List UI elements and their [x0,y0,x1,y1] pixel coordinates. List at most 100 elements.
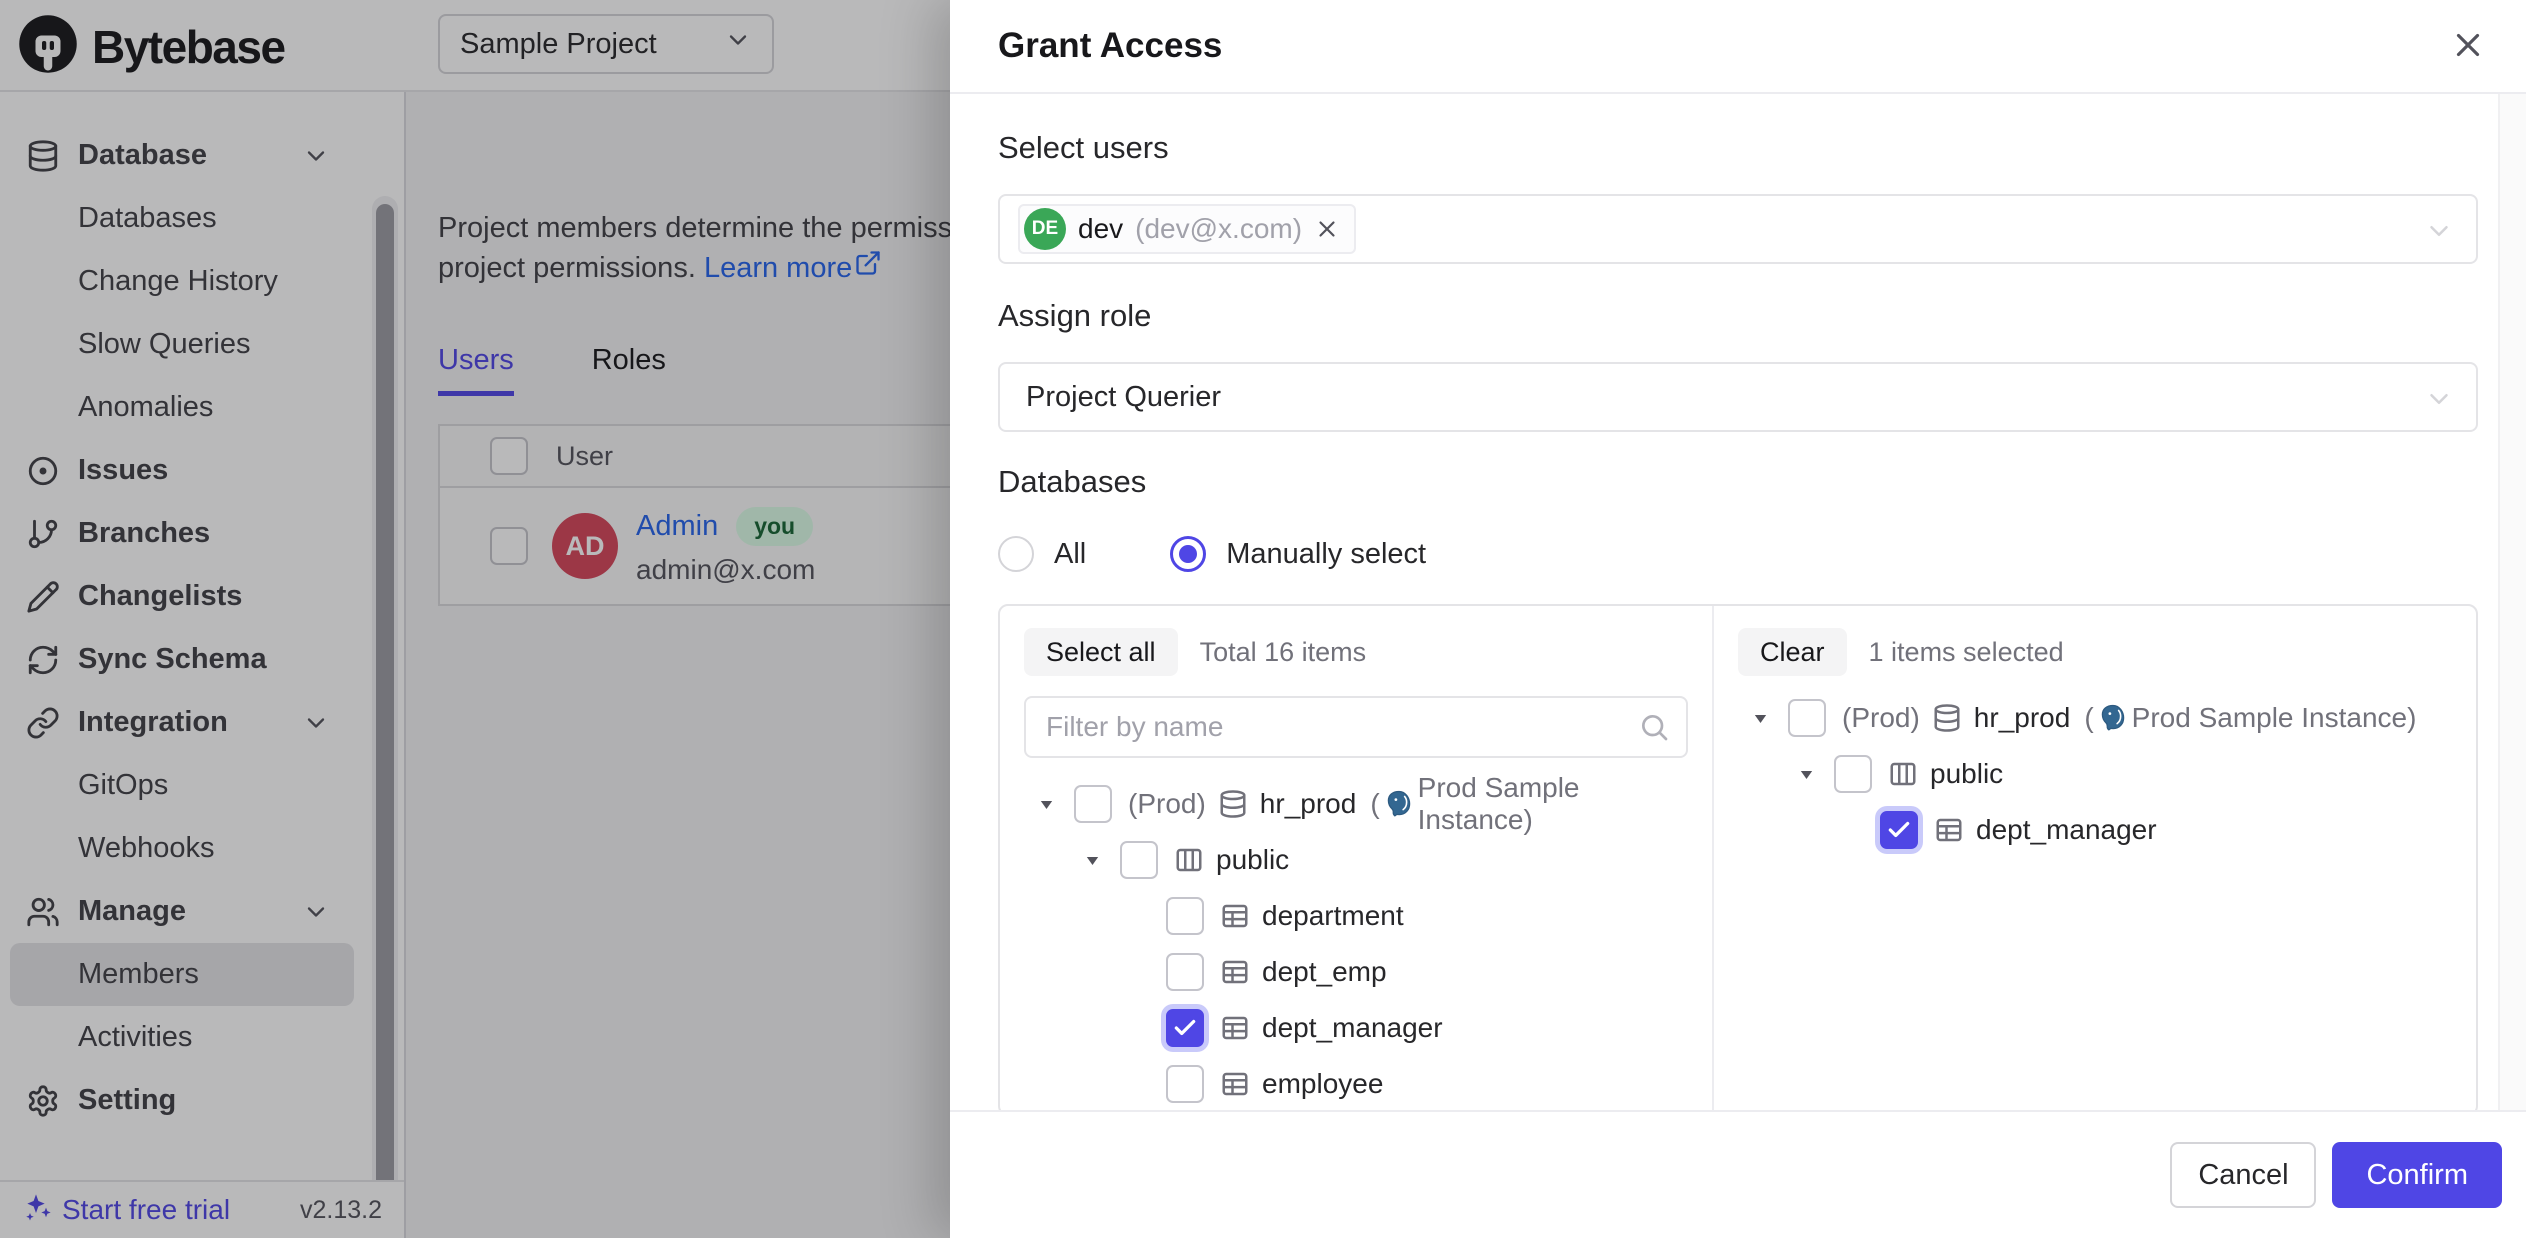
checkbox-dept-manager[interactable] [1880,811,1918,849]
radio-manually-select[interactable] [1170,536,1206,572]
transfer-target-pane: Clear 1 items selected (Prod)hr_prod(Pro… [1714,606,2476,1114]
tree-row-public: public [1738,746,2452,802]
tree-caret-spacer [1844,812,1880,848]
tablegrid-icon [1220,957,1250,987]
selected-user-email: (dev@x.com) [1135,213,1302,245]
caret-icon [1798,766,1815,783]
postgres-icon [1384,789,1414,819]
tree-row-public: public [1024,832,1688,888]
filter-input-wrap [1024,696,1688,758]
grant-access-modal: Grant Access Select users DE dev (dev@x.… [950,0,2526,1238]
tree-node-name: dept_manager [1262,1012,1443,1044]
selected-user-name: dev [1078,213,1123,245]
tree-caret[interactable] [1752,700,1788,736]
checkmark-icon [1886,817,1912,843]
assign-role-value: Project Querier [1018,381,1221,414]
chevron-down-icon [2424,384,2454,414]
select-all-button[interactable]: Select all [1024,628,1178,676]
tree-row-employee: employee [1024,1056,1688,1112]
caret-icon [1084,852,1101,869]
tree-caret[interactable] [1038,786,1074,822]
checkbox-department[interactable] [1166,897,1204,935]
tree-node-name: dept_manager [1976,814,2157,846]
tree-row-hr-prod: (Prod)hr_prod(Prod Sample Instance) [1738,690,2452,746]
databases-radio-group: All Manually select [998,536,2478,572]
assign-role-label: Assign role [998,298,2478,334]
radio-all-label: All [1054,538,1086,571]
total-items-label: Total 16 items [1200,637,1367,668]
checkbox-dept-manager[interactable] [1166,1009,1204,1047]
database-icon [1218,789,1248,819]
tablegrid-icon [1934,815,1964,845]
tree-node-name: hr_prod [1974,702,2071,734]
tree-node-name: dept_emp [1262,956,1387,988]
instance-label: Prod Sample Instance) [2132,702,2417,734]
select-users-label: Select users [998,130,2478,166]
checkbox-public[interactable] [1834,755,1872,793]
chevron-down-icon [2424,216,2454,246]
tree-row-dept-manager: dept_manager [1738,802,2452,858]
cancel-button[interactable]: Cancel [2170,1142,2316,1208]
tree-caret-spacer [1130,898,1166,934]
tree-row-dept-emp: dept_emp [1024,944,1688,1000]
modal-scrollbar-track[interactable] [2498,94,2526,1110]
database-icon [1932,703,1962,733]
database-transfer-panel: Select all Total 16 items (Prod) hr_prod (… [998,604,2478,1116]
instance-label: Prod Sample Instance) [1418,772,1688,836]
postgres-icon [2098,703,2128,733]
close-icon[interactable] [2446,24,2490,68]
tree-row-dept-manager: dept_manager [1024,1000,1688,1056]
tree-row-hr-prod: (Prod)hr_prod(Prod Sample Instance) [1024,776,1688,832]
search-icon [1638,711,1670,743]
selected-count-label: 1 items selected [1869,637,2064,668]
tree-caret-spacer [1130,1010,1166,1046]
confirm-button[interactable]: Confirm [2332,1142,2502,1208]
tree-caret-spacer [1130,954,1166,990]
tree-node-name: hr_prod [1260,788,1357,820]
selected-user-chip: DE dev (dev@x.com) [1018,204,1356,254]
x-icon [1314,216,1340,242]
source-tree: (Prod)hr_prod(Prod Sample Instance)publi… [1024,776,1688,1112]
avatar: DE [1024,208,1066,250]
tree-node-name: public [1930,758,2003,790]
tablegrid-icon [1220,1013,1250,1043]
checkbox-public[interactable] [1120,841,1158,879]
checkbox-employee[interactable] [1166,1065,1204,1103]
schema-icon [1174,845,1204,875]
environment-label: (Prod) [1842,702,1920,734]
schema-icon [1888,759,1918,789]
radio-manually-select-label: Manually select [1226,538,1426,571]
app-root: Bytebase Sample Project DatabaseDatabase… [0,0,2526,1238]
select-users-input[interactable]: DE dev (dev@x.com) [998,194,2478,264]
modal-title: Grant Access [998,26,1222,66]
chevron-down-icon [2424,216,2454,246]
tablegrid-icon [1220,901,1250,931]
tree-caret[interactable] [1798,756,1834,792]
checkbox-hr-prod[interactable] [1788,699,1826,737]
checkbox-hr-prod[interactable] [1074,785,1112,823]
search-icon [1638,711,1670,743]
checkmark-icon [1172,1015,1198,1041]
tree-node-name: public [1216,844,1289,876]
tree-row-department: department [1024,888,1688,944]
filter-by-name-input[interactable] [1024,696,1688,758]
environment-label: (Prod) [1128,788,1206,820]
tree-node-name: employee [1262,1068,1383,1100]
clear-button[interactable]: Clear [1738,628,1847,676]
target-tree: (Prod)hr_prod(Prod Sample Instance)publi… [1738,690,2452,858]
tree-node-name: department [1262,900,1404,932]
tree-caret-spacer [1130,1066,1166,1102]
assign-role-select[interactable]: Project Querier [998,362,2478,432]
checkbox-dept-emp[interactable] [1166,953,1204,991]
tree-caret[interactable] [1084,842,1120,878]
caret-icon [1038,796,1055,813]
chevron-down-icon [2424,384,2454,414]
transfer-source-pane: Select all Total 16 items (Prod)hr_prod(… [1000,606,1714,1114]
radio-all[interactable] [998,536,1034,572]
caret-icon [1752,710,1769,727]
x-icon [2449,26,2487,64]
remove-user-icon[interactable] [1314,216,1340,242]
tablegrid-icon [1220,1069,1250,1099]
modal-header: Grant Access [950,0,2526,94]
databases-label: Databases [998,464,2478,500]
